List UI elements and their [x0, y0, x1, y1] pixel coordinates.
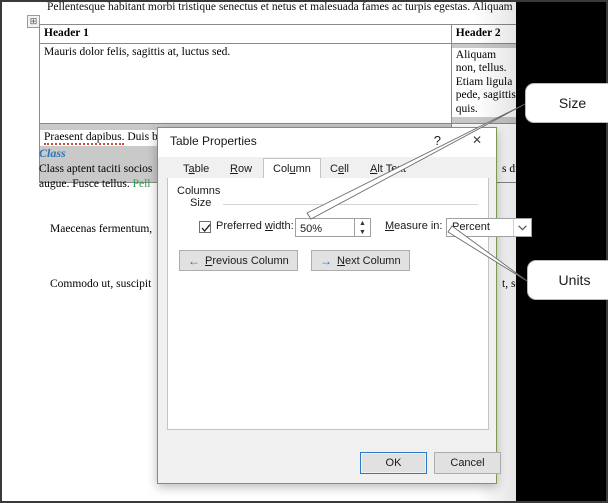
- chevron-down-icon[interactable]: [513, 219, 531, 236]
- callout-units-label: Units: [558, 272, 591, 288]
- label-pre: Preferred: [216, 220, 265, 232]
- spinner-up-icon[interactable]: ▲: [355, 219, 370, 228]
- tab-table[interactable]: Table: [173, 159, 219, 179]
- table-properties-dialog[interactable]: Table Properties ? ✕ Table Row Column Ce…: [157, 127, 532, 484]
- measure-in-label: Measure in:: [385, 220, 442, 232]
- table-cell-text: Aliquam non, tellus. Etiam ligula pede, …: [451, 47, 516, 117]
- tab-alt-text[interactable]: Alt Text: [360, 159, 416, 179]
- spelling-error-text: Praesent dapibus.: [44, 131, 125, 145]
- callout-size[interactable]: Size: [525, 83, 608, 123]
- callout-units[interactable]: Units: [527, 260, 608, 300]
- table-header-row: Header 1 Header 2 Header 3: [39, 24, 516, 44]
- document-top-paragraph: Pellentesque habitant morbi tristique se…: [47, 2, 513, 13]
- preferred-width-checkbox[interactable]: [199, 221, 211, 233]
- previous-column-button[interactable]: ← Previous Column: [179, 250, 298, 271]
- label-accel: w: [264, 220, 273, 232]
- size-group-label: Size: [190, 197, 218, 209]
- chevron-down-glyph: [518, 224, 527, 230]
- preferred-width-spinner[interactable]: ▲ ▼: [355, 218, 371, 237]
- measure-in-combobox[interactable]: Percent: [446, 218, 532, 237]
- preferred-width-input[interactable]: [295, 218, 355, 237]
- tab-label-post: ll: [344, 163, 349, 175]
- label-post: ext Column: [344, 254, 401, 267]
- paragraph-commodo-fragment-right: t, so: [502, 278, 516, 290]
- dialog-tab-strip: Table Row Column Cell Alt Text: [167, 158, 489, 180]
- label-post: easure in:: [394, 220, 443, 232]
- paragraph-class-line2a: augue. Fusce tellus.: [39, 178, 133, 190]
- help-icon[interactable]: ?: [434, 133, 441, 148]
- paragraph-class-line1: Class aptent taciti socios: [39, 163, 153, 175]
- table-header-cell: Header 2: [450, 24, 516, 44]
- tab-label-accel: R: [230, 163, 238, 175]
- arrow-right-icon: →: [320, 253, 332, 268]
- preferred-width-row: Preferred width: ▲ ▼ Measure in: Percent: [168, 218, 532, 240]
- tab-label-post: ble: [194, 163, 210, 175]
- table-header-cell: Header 1: [39, 24, 452, 44]
- dialog-body-pane: Columns Size Preferred width: ▲ ▼ Measur…: [167, 178, 532, 430]
- tab-label-post: mn: [295, 163, 311, 175]
- table-cell: Mauris dolor felis, sagittis at, luctus …: [39, 42, 452, 124]
- size-group-rule: [223, 204, 478, 205]
- dialog-title: Table Properties: [170, 134, 257, 148]
- paragraph-class-line2b: Pell: [132, 178, 151, 190]
- close-icon[interactable]: ✕: [472, 133, 482, 147]
- tab-cell[interactable]: Cell: [320, 159, 359, 179]
- table-row: Mauris dolor felis, sagittis at, luctus …: [39, 42, 516, 124]
- checkmark-icon: [201, 224, 211, 233]
- preferred-width-label: Preferred width:: [216, 220, 294, 232]
- cancel-button[interactable]: Cancel: [434, 452, 501, 474]
- next-column-label: Next Column: [337, 255, 401, 267]
- spinner-down-icon[interactable]: ▼: [355, 228, 370, 237]
- callout-size-label: Size: [558, 95, 587, 111]
- label-post: revious Column: [212, 254, 289, 267]
- screenshot-root: Pellentesque habitant morbi tristique se…: [0, 0, 608, 503]
- tab-column[interactable]: Column: [263, 158, 321, 180]
- paragraph-class-fragment-right: s di: [502, 163, 516, 175]
- ok-button[interactable]: OK: [360, 452, 427, 474]
- label-accel: M: [385, 220, 395, 232]
- heading-class: Class: [39, 146, 66, 160]
- arrow-left-icon: ←: [188, 253, 200, 268]
- tab-row[interactable]: Row: [220, 159, 262, 179]
- label-post: idth:: [272, 220, 294, 232]
- tab-label-pre: Col: [273, 163, 290, 175]
- next-column-button[interactable]: → Next Column: [311, 250, 410, 271]
- label-accel: N: [337, 254, 345, 267]
- tab-label-pre: C: [330, 163, 338, 175]
- column-nav-row: ← Previous Column → Next Column: [168, 250, 488, 272]
- table-cell: Aliquam non, tellus. Etiam ligula pede, …: [450, 42, 516, 124]
- tab-label-post: lt Text: [377, 163, 406, 175]
- previous-column-label: Previous Column: [205, 255, 289, 267]
- dialog-footer: OK Cancel: [158, 452, 501, 476]
- dialog-title-bar[interactable]: Table Properties ? ✕: [158, 128, 496, 157]
- columns-section-label: Columns: [177, 185, 221, 197]
- measure-in-value: Percent: [452, 221, 490, 233]
- tab-label-post: ow: [237, 163, 253, 175]
